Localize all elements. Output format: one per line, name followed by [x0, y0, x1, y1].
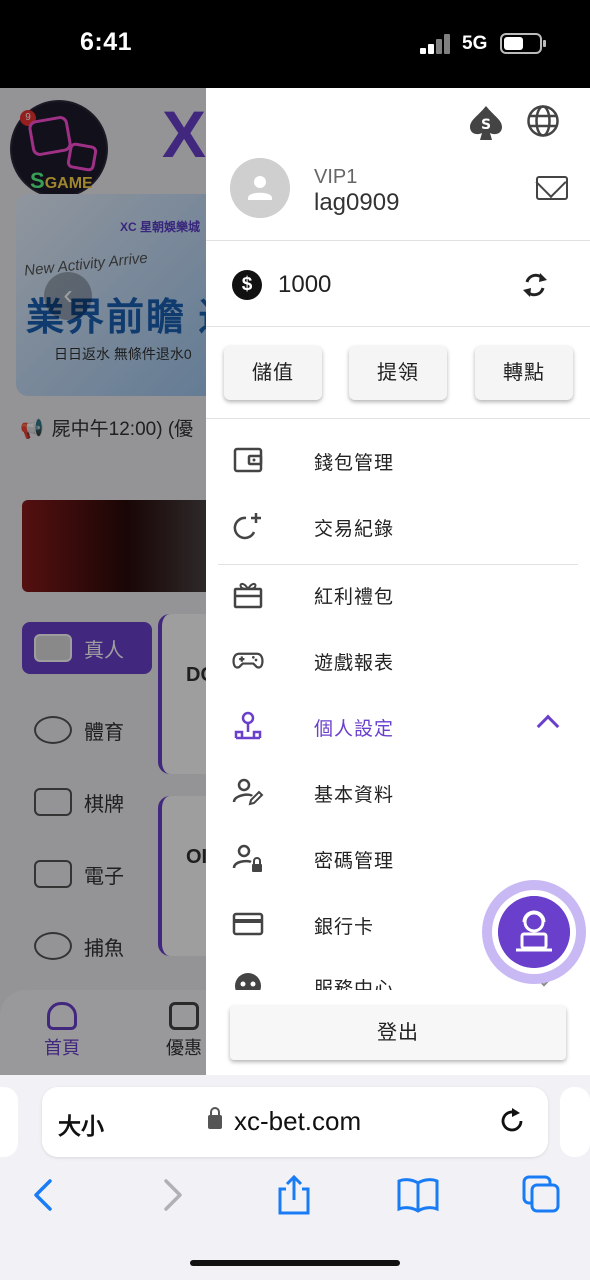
bookmarks-icon[interactable]	[396, 1173, 440, 1217]
share-icon[interactable]	[272, 1173, 316, 1217]
signal-icon	[420, 34, 452, 54]
gift-box-icon	[233, 582, 263, 609]
customer-service-icon	[498, 896, 570, 968]
menu-basic-info[interactable]: 基本資料	[206, 760, 590, 826]
reload-icon[interactable]	[498, 1107, 526, 1135]
tabs-icon[interactable]	[520, 1173, 564, 1217]
menu-personal-settings[interactable]: 個人設定	[206, 694, 590, 760]
status-bar: 6:41 5G	[0, 0, 590, 88]
svg-text:S: S	[481, 117, 491, 133]
spade-icon[interactable]: S	[468, 104, 504, 142]
text-size-button[interactable]: 大小	[58, 1107, 104, 1141]
balance-amount: 1000	[278, 271, 332, 298]
deposit-button[interactable]: 儲值	[224, 346, 322, 400]
url-text: xc-bet.com	[234, 1106, 362, 1136]
menu-wallet-management[interactable]: 錢包管理	[206, 428, 590, 494]
divider	[206, 418, 590, 419]
user-lock-icon	[232, 844, 262, 872]
balance-row: $ 1000	[232, 268, 331, 302]
user-profile: VIP1 lag0909	[230, 158, 570, 222]
menu-game-report[interactable]: 遊戲報表	[206, 628, 590, 694]
transfer-button[interactable]: 轉點	[475, 346, 573, 400]
support-icon	[235, 973, 261, 990]
chevron-up-icon[interactable]	[536, 714, 560, 738]
browser-toolbar: 大小 xc-bet.com	[0, 1075, 590, 1280]
menu-bonus-gift[interactable]: 紅利禮包	[206, 562, 590, 628]
refresh-icon[interactable]	[520, 270, 550, 300]
back-icon[interactable]	[22, 1173, 66, 1217]
lock-icon	[208, 1107, 222, 1129]
wallet-icon	[233, 447, 263, 473]
battery-icon	[500, 33, 546, 54]
user-edit-icon	[232, 778, 264, 806]
username: lag0909	[314, 189, 400, 216]
withdraw-button[interactable]: 提領	[349, 346, 447, 400]
prev-tab-preview[interactable]	[0, 1087, 18, 1157]
logout-button[interactable]: 登出	[230, 1006, 566, 1060]
vip-level: VIP1	[314, 166, 358, 188]
person-settings-icon	[234, 711, 262, 740]
divider	[206, 326, 590, 327]
mail-icon[interactable]	[536, 176, 568, 200]
customer-service-fab[interactable]	[482, 880, 586, 984]
credit-card-icon	[232, 912, 264, 936]
address-bar[interactable]: 大小 xc-bet.com	[42, 1087, 548, 1157]
next-tab-preview[interactable]	[560, 1087, 590, 1157]
globe-icon[interactable]	[526, 104, 560, 138]
forward-icon[interactable]	[150, 1173, 194, 1217]
divider	[206, 240, 590, 241]
coin-icon: $	[232, 270, 262, 300]
home-indicator	[190, 1260, 400, 1266]
gamepad-icon	[232, 652, 264, 669]
network-type: 5G	[462, 33, 488, 54]
avatar[interactable]	[230, 158, 290, 218]
history-plus-icon	[233, 513, 261, 540]
menu-transaction-records[interactable]: 交易紀錄	[206, 494, 590, 560]
status-time: 6:41	[80, 28, 133, 56]
